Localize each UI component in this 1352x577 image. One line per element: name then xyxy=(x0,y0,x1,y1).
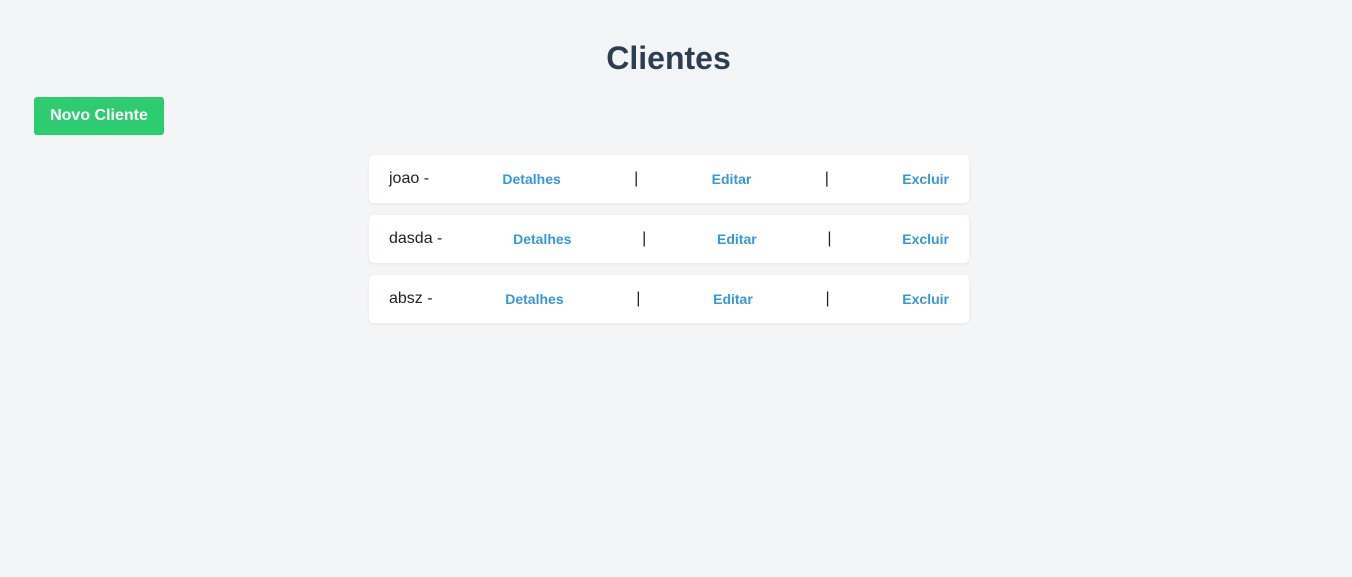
client-name: dasda - xyxy=(389,230,443,247)
page-title: Clientes xyxy=(606,40,731,76)
separator: | xyxy=(824,170,829,187)
edit-link[interactable]: Editar xyxy=(713,291,753,307)
client-row: absz - Detalhes | Editar | Excluir xyxy=(369,275,969,323)
details-link[interactable]: Detalhes xyxy=(513,231,571,247)
delete-link[interactable]: Excluir xyxy=(902,231,949,247)
details-link[interactable]: Detalhes xyxy=(505,291,563,307)
client-list: joao - Detalhes | Editar | Excluir dasda… xyxy=(369,155,969,335)
client-row: joao - Detalhes | Editar | Excluir xyxy=(369,155,969,203)
new-client-button[interactable]: Novo Cliente xyxy=(34,97,164,135)
client-row: dasda - Detalhes | Editar | Excluir xyxy=(369,215,969,263)
separator: | xyxy=(827,230,832,247)
separator: | xyxy=(636,290,641,307)
edit-link[interactable]: Editar xyxy=(717,231,757,247)
details-link[interactable]: Detalhes xyxy=(502,171,560,187)
separator: | xyxy=(634,170,639,187)
client-name: joao - xyxy=(389,170,430,187)
delete-link[interactable]: Excluir xyxy=(902,291,949,307)
separator: | xyxy=(642,230,647,247)
delete-link[interactable]: Excluir xyxy=(902,171,949,187)
edit-link[interactable]: Editar xyxy=(712,171,752,187)
separator: | xyxy=(825,290,830,307)
client-name: absz - xyxy=(389,290,433,307)
